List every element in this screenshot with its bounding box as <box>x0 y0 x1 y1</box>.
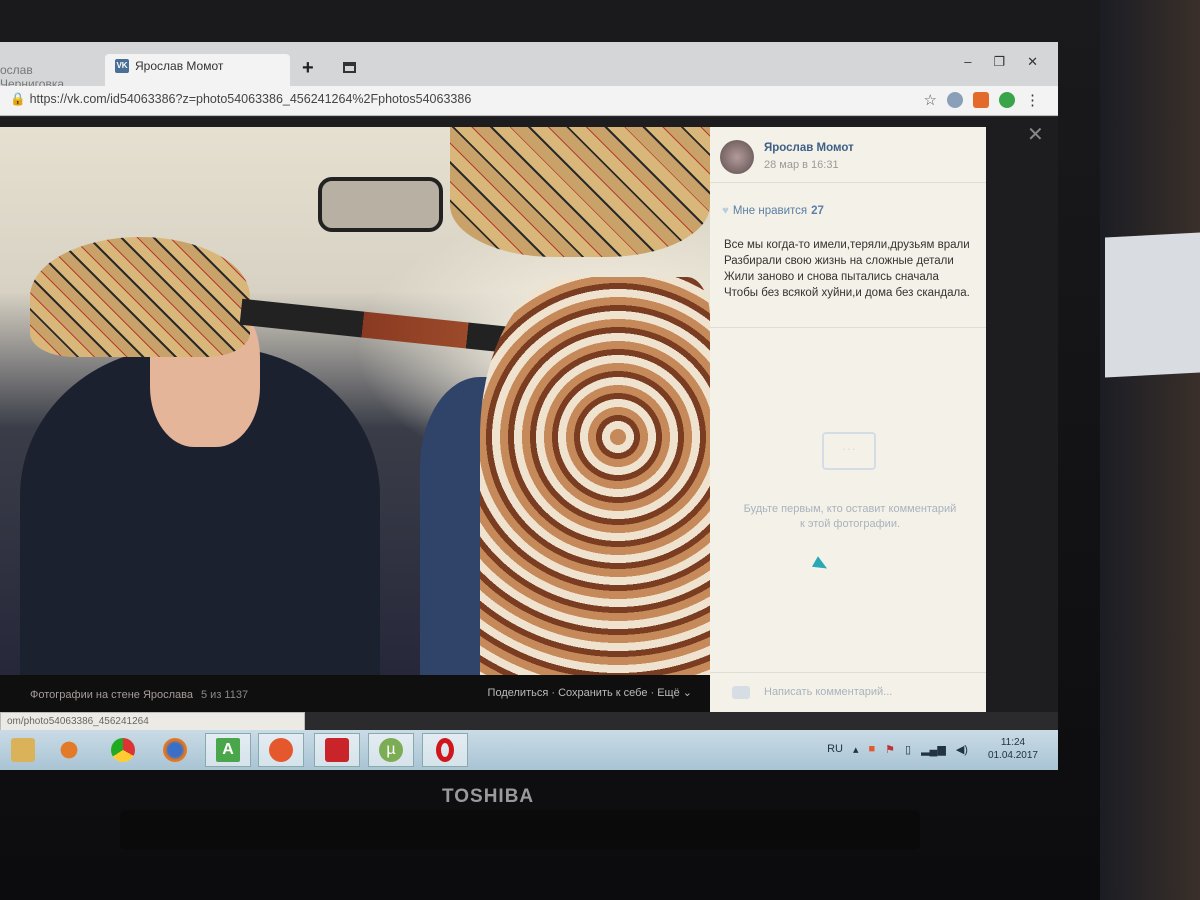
close-viewer-icon[interactable]: ✕ <box>1027 122 1044 147</box>
empty-comments-text: Будьте первым, кто оставит комментарий к… <box>743 503 957 530</box>
post-text: Все мы когда-то имели,теряли,друзьям вра… <box>724 239 970 299</box>
tab-active[interactable]: VK Ярослав Момот <box>105 54 290 86</box>
window-controls: ‒ ❐ ✕ <box>964 54 1038 70</box>
system-tray: RU ▴ ■ ⚑ ▯ ▂▄▆ ◀) 11:24 01.04.2017 <box>827 736 1038 762</box>
close-window-button[interactable]: ✕ <box>1027 54 1038 70</box>
a-app-icon[interactable]: A <box>205 733 251 767</box>
extensions: ☆ ⋮ <box>924 91 1040 109</box>
fur-coat <box>480 277 710 675</box>
lock-icon: 🔒 <box>10 92 26 106</box>
photo-counter: 5 из 1137 <box>201 689 249 701</box>
like-label: Мне нравится <box>732 205 808 217</box>
plaid-cap <box>450 127 710 257</box>
caption-bar: Фотографии на стене Ярослава 5 из 1137 По… <box>0 675 710 712</box>
media-player-icon[interactable] <box>46 733 92 767</box>
tray-arrow-icon[interactable]: ▴ <box>853 743 859 756</box>
like-count: 27 <box>811 205 824 217</box>
taskbar: A µ RU ▴ ■ ⚑ ▯ ▂▄▆ ◀) 11:24 01.04.2017 <box>0 730 1058 770</box>
language-indicator[interactable]: RU <box>827 743 843 755</box>
comment-bubble-icon: ··· <box>822 432 876 470</box>
like-button[interactable]: ♥ Мне нравится 27 <box>722 205 824 217</box>
menu-icon[interactable]: ⋮ <box>1025 91 1040 109</box>
desk-background <box>1100 0 1200 900</box>
comment-input[interactable]: Написать комментарий... <box>764 686 892 698</box>
laptop-screen: ослав Черниговка VK Ярослав Момот + ‒ ❐ ✕… <box>0 42 1058 770</box>
brand-logo: TOSHIBA <box>442 786 535 807</box>
media-center-icon[interactable] <box>258 733 304 767</box>
mouse-cursor-icon <box>811 556 831 574</box>
antivirus-icon[interactable]: ■ <box>869 743 876 755</box>
explorer-icon[interactable] <box>0 733 46 767</box>
photo-viewer: Фотографии на стене Ярослава 5 из 1137 По… <box>0 117 1058 712</box>
photo[interactable] <box>0 127 710 675</box>
post-date[interactable]: 28 мар в 16:31 <box>764 159 839 171</box>
post-header: Ярослав Момот 28 мар в 16:31 <box>710 127 986 183</box>
author-name[interactable]: Ярослав Момот <box>764 142 854 154</box>
avatar[interactable] <box>720 140 754 174</box>
photo-actions[interactable]: Поделиться · Сохранить к себе · Ещё ⌄ <box>488 686 692 699</box>
comment-compose[interactable]: Написать комментарий... <box>710 672 986 712</box>
status-url: om/photo54063386_456241264 <box>0 712 305 731</box>
rearview-mirror <box>318 177 443 232</box>
tab-label: Ярослав Момот <box>135 58 224 73</box>
chrome-icon[interactable] <box>100 733 146 767</box>
divider <box>710 327 986 328</box>
paper <box>1105 232 1200 378</box>
laptop-hinge <box>120 810 920 850</box>
star-icon[interactable]: ☆ <box>924 91 937 109</box>
camera-icon[interactable] <box>732 686 750 699</box>
extension-icon[interactable] <box>947 92 963 108</box>
album-link[interactable]: Фотографии на стене Ярослава <box>30 689 193 701</box>
new-tab-button[interactable]: + <box>302 57 314 80</box>
restore-button[interactable]: ❐ <box>993 54 1005 70</box>
tab-overview-icon[interactable] <box>343 62 356 73</box>
opera-icon[interactable] <box>422 733 468 767</box>
volume-icon[interactable]: ◀) <box>956 743 968 756</box>
firefox-icon[interactable] <box>152 733 198 767</box>
minimize-button[interactable]: ‒ <box>964 54 971 70</box>
network-icon[interactable]: ▂▄▆ <box>921 743 946 756</box>
action-center-icon[interactable]: ⚑ <box>885 743 895 756</box>
tab-inactive[interactable]: ослав Черниговка <box>0 54 100 91</box>
vk-icon: VK <box>115 58 129 73</box>
utorrent-icon[interactable]: µ <box>368 733 414 767</box>
battery-icon[interactable]: ▯ <box>905 743 911 756</box>
video-app-icon[interactable] <box>314 733 360 767</box>
extension-icon[interactable] <box>973 92 989 108</box>
url-text[interactable]: https://vk.com/id54063386?z=photo5406338… <box>30 92 472 106</box>
side-panel: Ярослав Момот 28 мар в 16:31 ♥ Мне нравит… <box>710 127 986 712</box>
plaid-cap <box>30 237 250 357</box>
clock[interactable]: 11:24 01.04.2017 <box>988 736 1038 762</box>
address-bar[interactable]: 🔒 https://vk.com/id54063386?z=photo540633… <box>0 86 1058 116</box>
tab-strip: ослав Черниговка VK Ярослав Момот + ‒ ❐ ✕ <box>0 42 1058 91</box>
extension-icon[interactable] <box>999 92 1015 108</box>
heart-icon: ♥ <box>722 205 729 217</box>
